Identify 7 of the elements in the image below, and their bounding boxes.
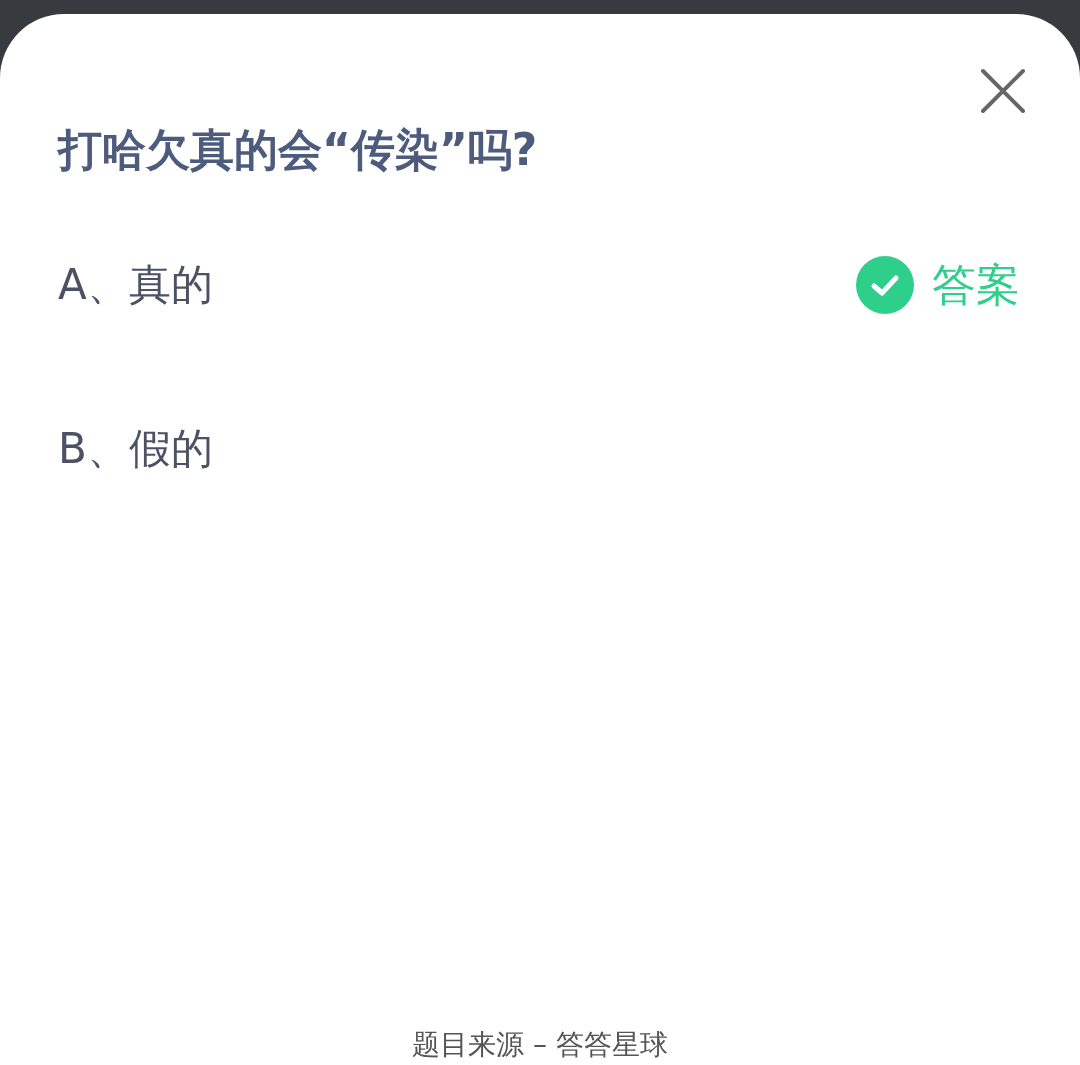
- option-text[interactable]: B、假的: [58, 427, 213, 470]
- close-icon: [980, 68, 1026, 114]
- source-footer: 题目来源 – 答答星球: [412, 1030, 668, 1061]
- question-title: 打哈欠真的会“传染”吗?: [58, 124, 538, 177]
- answer-label: 答案: [932, 262, 1020, 307]
- option-text[interactable]: A、真的: [58, 263, 213, 306]
- close-button[interactable]: [978, 66, 1028, 116]
